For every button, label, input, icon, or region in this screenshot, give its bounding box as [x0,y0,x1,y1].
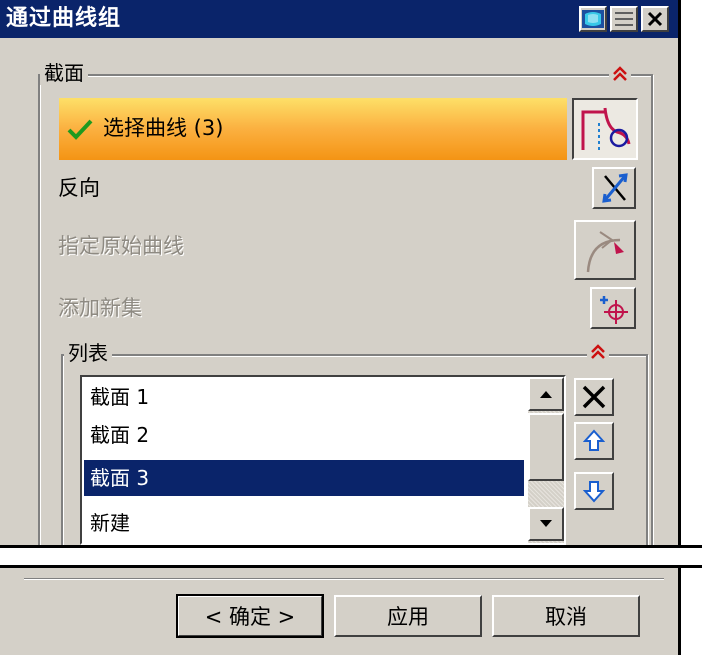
cut-gap [0,547,702,567]
curve-select-icon [581,107,631,150]
section-legend: 截面 [40,61,88,85]
ok-button[interactable]: < 确定 > [176,594,324,638]
move-up-icon [583,429,605,451]
scroll-up-button[interactable] [528,377,564,411]
reset-icon [582,10,604,28]
curve-select-button[interactable] [572,98,638,160]
section-listbox[interactable]: 截面 1 截面 2 截面 3 新建 [80,375,566,545]
title-bar[interactable]: 通过曲线组 [0,0,678,38]
arrow-down-icon [540,520,552,527]
close-button[interactable] [641,6,669,32]
move-down-button[interactable] [574,472,614,510]
scroll-thumb[interactable] [528,413,564,481]
remove-icon [582,385,606,409]
list-legend: 列表 [64,341,112,365]
list-item[interactable]: 截面 2 [84,417,524,453]
list-collapse-button[interactable] [587,341,609,363]
double-chevron-up-icon [613,66,627,81]
cancel-button[interactable]: 取消 [492,595,640,637]
specify-origin-curve-button[interactable] [574,220,636,280]
vertical-scrollbar[interactable] [528,377,564,543]
close-icon [647,11,663,27]
checkmark-icon [67,119,93,140]
menu-button[interactable] [610,6,638,32]
select-curve-row[interactable]: 选择曲线 (3) [59,98,567,160]
reverse-label: 反向 [58,176,100,200]
arrow-up-icon [540,391,552,398]
dialog-title: 通过曲线组 [6,6,122,31]
move-up-button[interactable] [574,422,614,460]
cut-line-bottom [0,565,702,568]
footer-separator [24,578,664,580]
remove-button[interactable] [574,378,614,416]
add-set-icon [600,296,628,324]
menu-icon [615,12,633,26]
double-chevron-up-icon [591,344,605,359]
list-item[interactable]: 新建 [84,505,524,541]
select-curve-label: 选择曲线 (3) [103,116,224,140]
reverse-direction-icon [602,173,628,203]
apply-button[interactable]: 应用 [334,595,482,637]
origin-curve-icon [586,231,624,273]
move-down-icon [583,481,605,503]
add-new-set-button[interactable] [590,287,636,329]
list-item[interactable]: 截面 1 [84,379,524,415]
add-new-set-label: 添加新集 [58,296,142,320]
reset-button[interactable] [579,6,607,32]
list-item[interactable]: 截面 3 [84,460,524,496]
cut-line-top [0,545,702,548]
specify-origin-curve-label: 指定原始曲线 [58,234,184,258]
section-collapse-button[interactable] [609,63,631,85]
reverse-button[interactable] [592,167,636,209]
scroll-down-button[interactable] [528,507,564,541]
